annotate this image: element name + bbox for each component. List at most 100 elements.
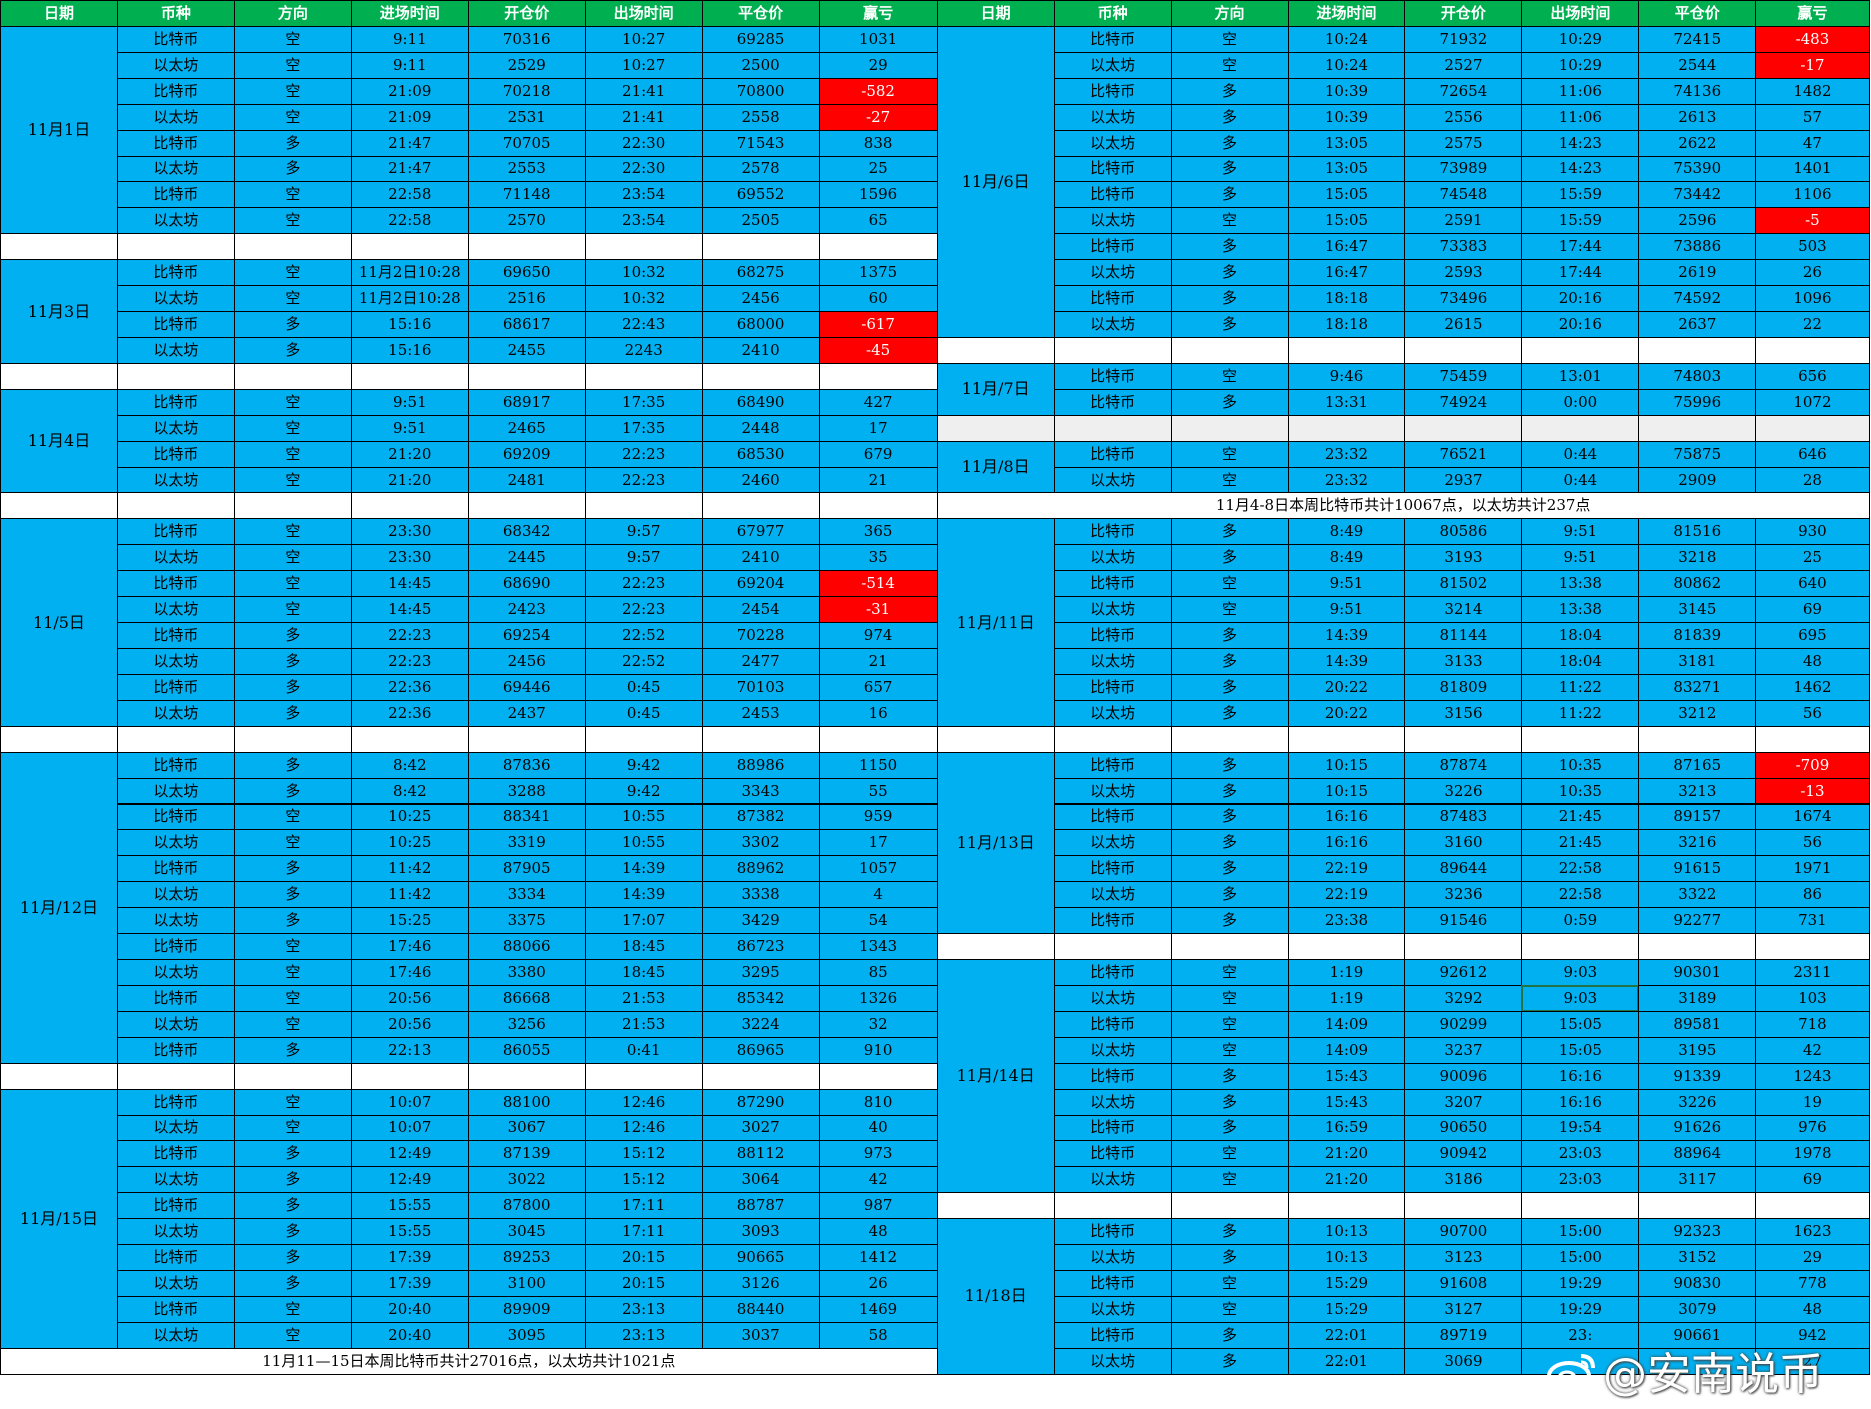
profit-loss-cell[interactable]: 657 [818,673,938,701]
exit-time-cell[interactable]: 22:30 [584,129,703,157]
exit-time-cell[interactable]: 20:15 [584,1270,703,1297]
open-price-cell[interactable]: 91608 [1404,1270,1523,1297]
coin-cell[interactable]: 比特币 [116,1140,235,1168]
coin-cell[interactable]: 比特币 [1053,233,1172,261]
direction-cell[interactable]: 多 [233,1270,352,1297]
close-price-cell[interactable]: 3213 [1638,777,1757,805]
entry-time-cell[interactable]: 21:20 [1287,1166,1406,1194]
profit-loss-cell[interactable]: 974 [818,622,938,649]
exit-time-cell[interactable]: 19:29 [1521,1270,1640,1297]
coin-cell[interactable]: 以太坊 [116,699,235,727]
close-price-cell[interactable]: 2619 [1638,259,1757,287]
entry-time-cell[interactable]: 15:16 [350,336,469,364]
exit-time-cell[interactable]: 16:16 [1521,1062,1640,1090]
coin-cell[interactable]: 比特币 [1053,155,1172,183]
blank-cell[interactable] [350,1062,469,1090]
exit-time-cell[interactable]: 14:39 [584,881,703,909]
blank-cell[interactable] [1170,725,1289,753]
direction-cell[interactable]: 空 [233,1295,352,1323]
date-cell[interactable]: 11月/7日 [936,362,1055,416]
coin-cell[interactable]: 以太坊 [116,51,235,79]
direction-cell[interactable]: 多 [1170,259,1289,287]
date-cell[interactable]: 11月/12日 [0,751,118,1064]
coin-cell[interactable]: 比特币 [116,181,235,209]
entry-time-cell[interactable]: 21:47 [350,155,469,183]
direction-cell[interactable]: 空 [1170,1036,1289,1064]
direction-cell[interactable]: 多 [233,881,352,909]
open-price-cell[interactable]: 3156 [1404,699,1523,727]
exit-time-cell[interactable]: 11:22 [1521,673,1640,701]
header-profit-loss[interactable]: 赢亏 [1755,0,1870,27]
close-price-cell[interactable]: 89581 [1638,1010,1757,1038]
profit-loss-cell[interactable]: 19 [1755,1088,1870,1116]
entry-time-cell[interactable]: 23:38 [1287,907,1406,935]
coin-cell[interactable]: 以太坊 [116,1218,235,1246]
open-price-cell[interactable]: 90096 [1404,1062,1523,1090]
coin-cell[interactable]: 以太坊 [116,829,235,857]
date-cell[interactable]: 11月/15日 [0,1088,118,1349]
blank-cell[interactable] [1521,933,1640,960]
open-price-cell[interactable]: 3069 [1404,1347,1523,1375]
exit-time-cell[interactable]: 0:41 [584,1036,703,1064]
direction-cell[interactable]: 多 [1170,518,1289,546]
direction-cell[interactable]: 多 [233,311,352,338]
direction-cell[interactable]: 多 [1170,1088,1289,1116]
coin-cell[interactable]: 比特币 [1053,440,1172,468]
close-price-cell[interactable]: 70103 [701,673,820,701]
exit-time-cell[interactable]: 0:44 [1521,466,1640,494]
exit-time-cell[interactable]: 14:23 [1521,129,1640,157]
close-price-cell[interactable]: 2909 [1638,466,1757,494]
entry-time-cell[interactable]: 22:58 [350,207,469,235]
close-price-cell[interactable]: 2460 [701,466,820,494]
entry-time-cell[interactable]: 9:11 [350,51,469,79]
coin-cell[interactable]: 以太坊 [116,596,235,624]
profit-loss-cell[interactable]: 54 [818,907,938,935]
blank-cell[interactable] [1638,336,1757,364]
open-price-cell[interactable]: 3236 [1404,881,1523,909]
exit-time-cell[interactable]: 16:16 [1521,1088,1640,1116]
profit-loss-cell[interactable]: 22 [1755,311,1870,338]
close-price-cell[interactable]: 2558 [701,103,820,131]
open-price-cell[interactable]: 90650 [1404,1114,1523,1142]
entry-time-cell[interactable]: 17:39 [350,1244,469,1272]
direction-cell[interactable]: 多 [1170,622,1289,649]
exit-time-cell[interactable]: 21:41 [584,103,703,131]
coin-cell[interactable]: 比特币 [1053,25,1172,53]
exit-time-cell[interactable]: 12:46 [584,1114,703,1142]
open-price-cell[interactable]: 2465 [467,414,586,442]
direction-cell[interactable]: 空 [233,388,352,416]
entry-time-cell[interactable]: 23:30 [350,518,469,546]
blank-cell[interactable] [818,362,938,390]
entry-time-cell[interactable]: 22:36 [350,699,469,727]
blank-cell[interactable] [0,362,118,390]
close-price-cell[interactable]: 71543 [701,129,820,157]
blank-cell[interactable] [818,233,938,261]
open-price-cell[interactable]: 87836 [467,751,586,779]
profit-loss-cell[interactable]: 48 [1755,647,1870,675]
profit-loss-cell[interactable]: 1978 [1755,1140,1870,1168]
coin-cell[interactable]: 以太坊 [116,1270,235,1297]
open-price-cell[interactable]: 3226 [1404,777,1523,805]
direction-cell[interactable]: 多 [1170,388,1289,416]
entry-time-cell[interactable]: 10:07 [350,1088,469,1116]
entry-time-cell[interactable]: 11月2日10:28 [350,259,469,287]
profit-loss-cell[interactable]: 1096 [1755,285,1870,313]
direction-cell[interactable]: 空 [233,103,352,131]
blank-cell[interactable] [818,725,938,753]
entry-time-cell[interactable]: 20:56 [350,1010,469,1038]
entry-time-cell[interactable]: 10:25 [350,803,469,831]
exit-time-cell[interactable]: 19:54 [1521,1114,1640,1142]
open-price-cell[interactable]: 2445 [467,544,586,572]
exit-time-cell[interactable]: 15:05 [1521,1010,1640,1038]
coin-cell[interactable]: 以太坊 [1053,1036,1172,1064]
exit-time-cell[interactable]: 9:51 [1521,518,1640,546]
close-price-cell[interactable]: 74592 [1638,285,1757,313]
open-price-cell[interactable]: 69650 [467,259,586,287]
entry-time-cell[interactable]: 23:32 [1287,466,1406,494]
open-price-cell[interactable]: 81502 [1404,570,1523,598]
entry-time-cell[interactable]: 23:32 [1287,440,1406,468]
entry-time-cell[interactable]: 22:23 [350,622,469,649]
coin-cell[interactable]: 比特币 [116,311,235,338]
entry-time-cell[interactable]: 18:18 [1287,285,1406,313]
profit-loss-cell[interactable]: -13 [1755,777,1870,805]
